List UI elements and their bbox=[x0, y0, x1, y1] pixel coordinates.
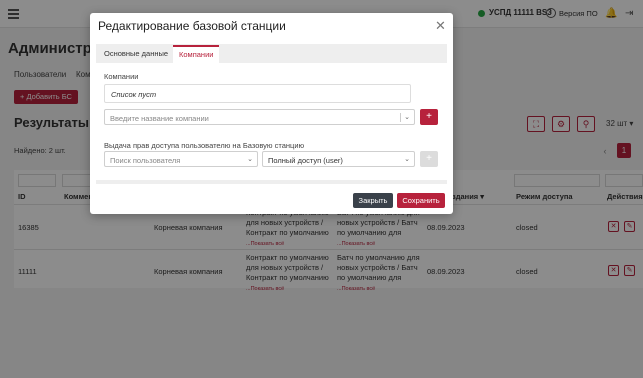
empty-list-text: Список пуст bbox=[111, 90, 157, 99]
user-search-placeholder: Поиск пользователя bbox=[110, 156, 181, 165]
tab-main-data[interactable]: Основные данные bbox=[98, 45, 174, 63]
save-button[interactable]: Сохранить bbox=[397, 193, 445, 208]
companies-list: Список пуст bbox=[104, 84, 411, 103]
chevron-down-icon: ⌄ bbox=[404, 156, 410, 163]
add-company-button[interactable]: + bbox=[420, 109, 438, 125]
grant-access-button[interactable]: + bbox=[420, 151, 438, 167]
select-divider bbox=[400, 113, 401, 122]
modal-title: Редактирование базовой станции bbox=[98, 19, 286, 33]
edit-bs-modal: Редактирование базовой станции ✕ Основны… bbox=[90, 13, 453, 214]
company-select[interactable]: Введите название компании ⌄ bbox=[104, 109, 415, 125]
access-label: Выдача прав доступа пользователю на Базо… bbox=[104, 141, 305, 150]
access-level-value: Полный доступ (user) bbox=[268, 156, 343, 165]
user-search-select[interactable]: Поиск пользователя ⌄ bbox=[104, 151, 258, 167]
tab-companies[interactable]: Компании bbox=[173, 45, 220, 63]
access-level-select[interactable]: Полный доступ (user) ⌄ bbox=[262, 151, 415, 167]
chevron-down-icon: ⌄ bbox=[247, 156, 253, 163]
chevron-down-icon: ⌄ bbox=[404, 114, 410, 121]
company-select-placeholder: Введите название компании bbox=[110, 114, 209, 123]
close-button[interactable]: Закрыть bbox=[353, 193, 393, 208]
companies-label: Компании bbox=[104, 72, 139, 81]
close-icon[interactable]: ✕ bbox=[435, 18, 446, 34]
